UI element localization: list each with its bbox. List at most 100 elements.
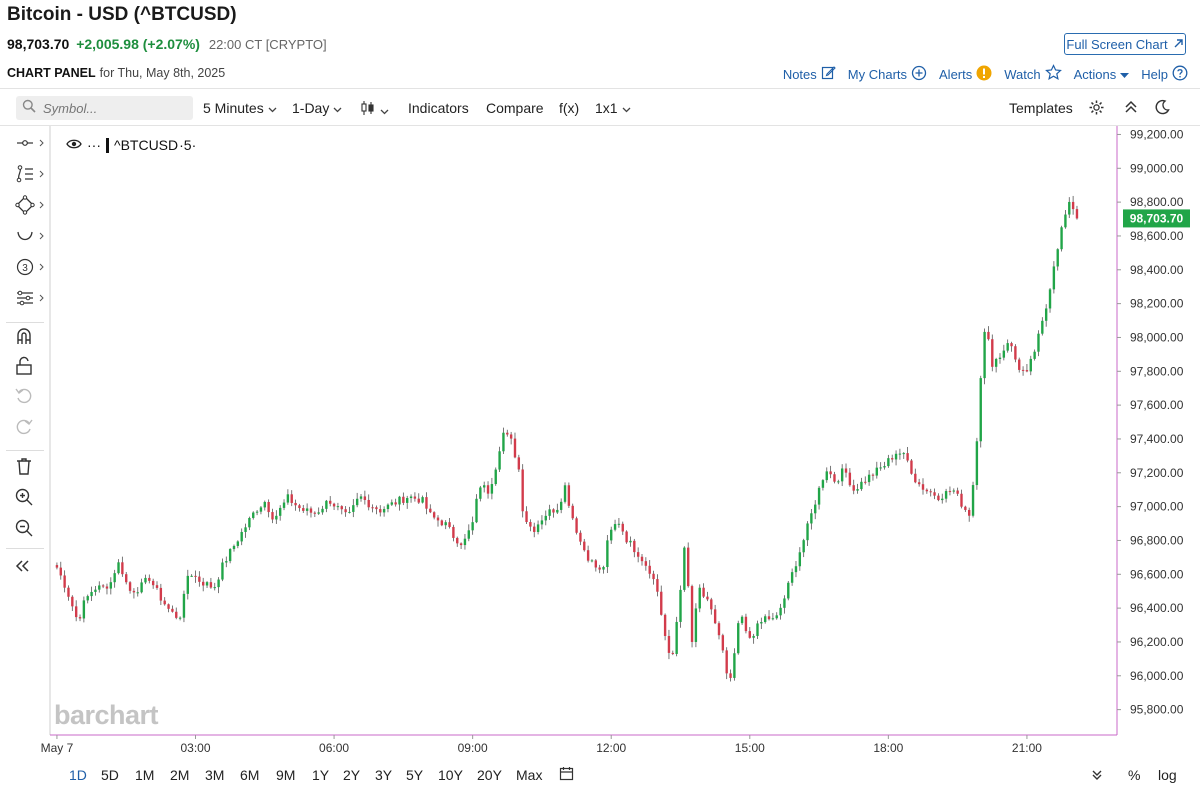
candle-body [687, 547, 690, 587]
log-scale-toggle[interactable]: log [1158, 767, 1177, 783]
candle-body [679, 589, 682, 622]
range-6m[interactable]: 6M [240, 767, 259, 783]
candle-body [182, 593, 186, 618]
candle-body [221, 562, 224, 580]
candle-body [821, 480, 825, 488]
candle-body [94, 589, 97, 592]
candle-body [267, 501, 270, 513]
candle-body [298, 505, 301, 509]
candle-body [136, 592, 139, 594]
candle-body [983, 331, 986, 379]
y-tick-label: 98,000.00 [1130, 330, 1184, 344]
x-tick-label: 18:00 [873, 741, 903, 755]
range-1y[interactable]: 1Y [312, 767, 329, 783]
candle-body [967, 509, 971, 516]
range-3m[interactable]: 3M [205, 767, 224, 783]
candle-body [232, 545, 236, 550]
candle-body [598, 567, 601, 570]
candle-body [513, 438, 517, 458]
range-1m[interactable]: 1M [135, 767, 154, 783]
range-5y[interactable]: 5Y [406, 767, 423, 783]
range-1d[interactable]: 1D [69, 767, 87, 783]
candle-body [456, 537, 459, 544]
candle-body [425, 497, 428, 509]
candle-body [586, 550, 590, 561]
candle-body [533, 526, 536, 532]
candle-body [86, 596, 89, 601]
candle-body [71, 596, 74, 607]
candle-body [459, 543, 463, 546]
candle-body [490, 484, 494, 494]
candle-body [178, 617, 182, 619]
candle-body [336, 506, 340, 508]
candle-body [259, 507, 263, 512]
candle-body [440, 520, 444, 526]
candle-body [321, 508, 324, 513]
range-10y[interactable]: 10Y [438, 767, 463, 783]
candle-body [344, 509, 347, 513]
candle-body [1041, 320, 1044, 334]
candle-body [244, 527, 247, 532]
candle-body [602, 567, 605, 570]
candle-body [194, 575, 197, 577]
candle-body [263, 501, 266, 508]
y-tick-label: 97,200.00 [1130, 466, 1184, 480]
candle-body [787, 582, 790, 599]
candle-body [937, 495, 940, 501]
x-tick-label: 21:00 [1012, 741, 1042, 755]
range-20y[interactable]: 20Y [477, 767, 502, 783]
candle-body [956, 490, 959, 494]
candle-body [255, 511, 259, 513]
range-3y[interactable]: 3Y [375, 767, 392, 783]
candle-body [355, 498, 359, 506]
candle-body [498, 451, 501, 470]
candle-body [656, 579, 659, 592]
candle-body [1056, 249, 1059, 267]
candle-body [1060, 227, 1063, 250]
candle-body [971, 485, 975, 516]
candle-body [398, 496, 401, 505]
candle-body [825, 471, 828, 481]
candle-body [271, 512, 274, 520]
candle-body [925, 489, 929, 492]
candle-body [278, 507, 282, 516]
candle-body [394, 502, 397, 505]
candle-body [1002, 350, 1006, 358]
more-options-icon[interactable]: ··· [87, 138, 101, 152]
candle-body [1033, 351, 1036, 359]
candle-body [763, 616, 767, 623]
range-9m[interactable]: 9M [276, 767, 295, 783]
price-chart[interactable]: 99,200.00 99,000.00 98,800.00 98,600.00 98,4… [0, 0, 1200, 803]
candle-body [540, 520, 544, 525]
candle-body [775, 615, 778, 619]
candle-body [1052, 266, 1056, 290]
candle-body [683, 547, 686, 590]
calendar-icon [559, 767, 574, 784]
range-2m[interactable]: 2M [170, 767, 189, 783]
candle-body [910, 460, 913, 474]
percent-scale-toggle[interactable]: % [1128, 767, 1140, 783]
candle-body [536, 524, 540, 532]
candle-body [748, 631, 751, 638]
candle-body [1010, 343, 1013, 347]
scroll-to-end-button[interactable] [1091, 768, 1103, 784]
candle-body [806, 523, 809, 541]
candle-body [979, 378, 982, 442]
y-tick-label: 97,000.00 [1130, 500, 1184, 514]
eye-icon[interactable] [66, 137, 82, 153]
candle-body [167, 604, 170, 609]
candle-body [729, 673, 732, 678]
date-picker-button[interactable] [559, 766, 574, 784]
candle-body [509, 434, 513, 439]
candle-body [305, 508, 309, 511]
range-5d[interactable]: 5D [101, 767, 119, 783]
candle-body [633, 540, 636, 553]
range-2y[interactable]: 2Y [343, 767, 360, 783]
candle-body [833, 474, 836, 482]
candle-body [78, 617, 82, 619]
candle-body [875, 467, 879, 476]
candle-body [879, 467, 882, 469]
candle-body [313, 512, 317, 514]
range-max[interactable]: Max [516, 767, 542, 783]
candle-body [794, 566, 798, 573]
